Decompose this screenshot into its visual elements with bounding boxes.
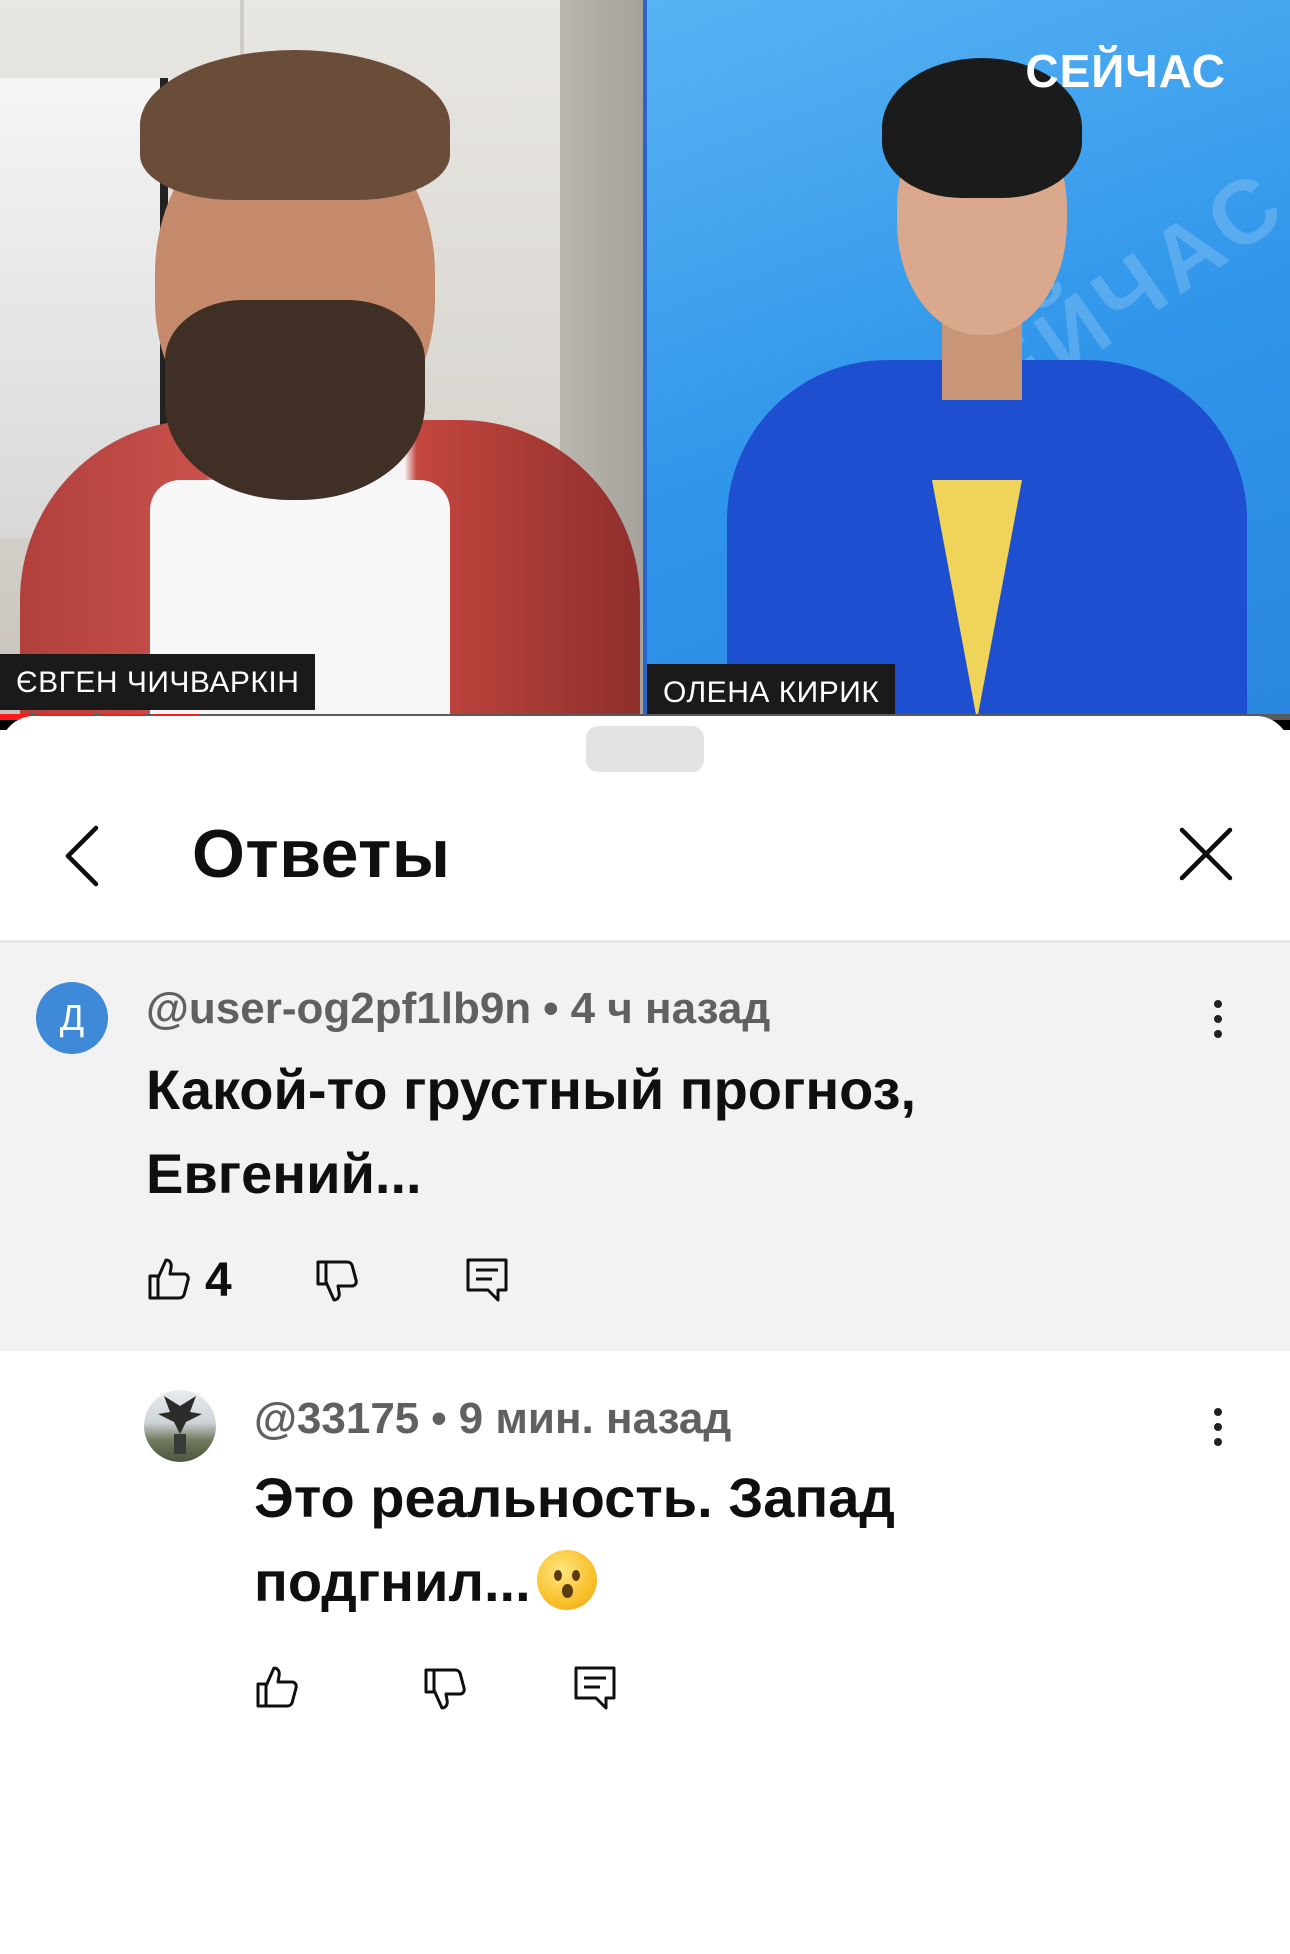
reply-icon[interactable]	[464, 1256, 510, 1302]
thumb-up-icon[interactable]	[146, 1256, 192, 1302]
comment-text: Какой-то грустный прогноз, Евгений...	[146, 1048, 916, 1216]
close-icon[interactable]	[1176, 824, 1236, 884]
comment-meta: @user-og2pf1lb9n • 4 ч назад	[146, 984, 770, 1034]
reply-icon[interactable]	[572, 1664, 618, 1710]
meta-separator: •	[543, 984, 559, 1033]
comment-author[interactable]: @user-og2pf1lb9n	[146, 984, 531, 1033]
speaker-left-hair	[140, 50, 450, 200]
speaker-right-name: ОЛЕНА КИРИК	[647, 664, 896, 720]
eagle-statue-icon	[158, 1396, 202, 1454]
comment-time: 4 ч назад	[570, 984, 771, 1033]
meta-separator: •	[431, 1394, 447, 1443]
video-left-pane	[0, 0, 643, 720]
channel-logo: СЕЙЧАС	[1025, 45, 1226, 97]
reply-time: 9 мин. назад	[458, 1394, 732, 1443]
speaker-left-name: ЄВГЕН ЧИЧВАРКІН	[0, 654, 316, 710]
reply-meta: @33175 • 9 мин. назад	[254, 1394, 731, 1444]
avatar-letter: Д	[59, 997, 85, 1038]
video-right-pane: СЕЙЧАС	[647, 0, 1290, 720]
speaker-left-beard	[165, 300, 425, 500]
emoji-surprised-icon	[536, 1550, 597, 1611]
back-chevron-icon[interactable]	[56, 820, 112, 892]
reply-text: Это реальность. Запад подгнил...	[254, 1456, 895, 1624]
reply-author[interactable]: @33175	[254, 1394, 419, 1443]
video-player[interactable]: СЕЙЧАС СЕЙЧАС ЄВГЕН ЧИЧВАРКІН ОЛЕНА КИРИ…	[0, 0, 1290, 730]
comment-text-line: Какой-то грустный прогноз,	[146, 1058, 917, 1121]
more-vertical-icon[interactable]	[1212, 1408, 1224, 1448]
thumb-down-icon[interactable]	[314, 1258, 360, 1304]
reply-text-line-2: подгнил...	[254, 1540, 895, 1624]
thumb-up-icon[interactable]	[254, 1664, 300, 1710]
reply-text-line: Это реальность. Запад	[254, 1466, 895, 1529]
avatar[interactable]: Д	[36, 982, 108, 1054]
thumb-down-icon[interactable]	[422, 1666, 468, 1712]
reply-text-line: подгнил...	[254, 1550, 531, 1613]
avatar[interactable]	[144, 1390, 216, 1462]
sheet-title: Ответы	[192, 816, 451, 892]
like-count: 4	[205, 1254, 232, 1307]
drag-handle[interactable]	[586, 726, 704, 772]
more-vertical-icon[interactable]	[1212, 1000, 1224, 1040]
comment-text-line: Евгений...	[146, 1142, 422, 1205]
